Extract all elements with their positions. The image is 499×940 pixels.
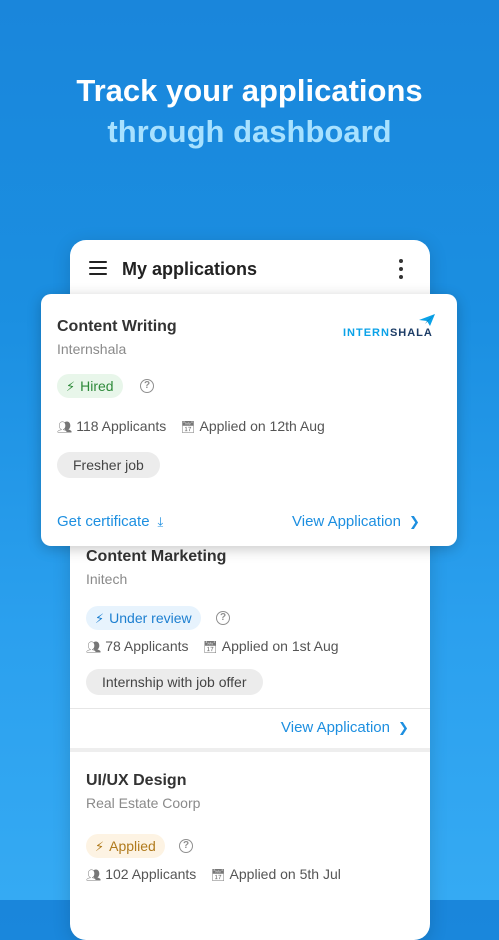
headline-line-2: through dashboard xyxy=(107,114,392,149)
application-card-content-writing[interactable]: Content Writing Internshala INTERNSHALA … xyxy=(41,294,457,546)
status-label: Applied xyxy=(109,838,156,854)
status-badge: ⚡︎ Hired xyxy=(57,374,123,398)
get-certificate-label: Get certificate xyxy=(57,513,150,530)
internshala-logo: INTERNSHALA xyxy=(343,314,435,342)
download-icon: ⤓ xyxy=(157,514,164,529)
get-certificate-link[interactable]: Get certificate ⤓ xyxy=(57,513,163,530)
view-application-label: View Application xyxy=(292,513,401,530)
question-circle-icon[interactable]: ? xyxy=(179,839,193,853)
job-type-tag: Fresher job xyxy=(57,452,160,478)
status-label: Hired xyxy=(80,378,114,394)
lightning-bolt-icon: ⚡︎ xyxy=(66,379,76,394)
applicants-count: 118 Applicants xyxy=(76,418,167,434)
calendar-icon: 📅︎ xyxy=(210,868,226,882)
paper-plane-icon xyxy=(419,314,435,326)
headline: Track your applications through dashboar… xyxy=(0,70,499,152)
applicants-count: 102 Applicants xyxy=(105,866,197,882)
view-application-link[interactable]: View Application ❯ xyxy=(292,513,420,530)
chevron-right-icon: ❯ xyxy=(408,514,420,529)
calendar-icon: 📅︎ xyxy=(180,420,196,434)
headline-line-1: Track your applications xyxy=(76,73,423,108)
application-meta: 👥︎ 102 Applicants 📅︎ Applied on 5th Jul xyxy=(86,866,341,882)
job-title: Content Writing xyxy=(57,318,177,335)
logo-wordmark: INTERNSHALA xyxy=(343,327,433,339)
company-name: Internshala xyxy=(57,341,127,357)
job-title: UI/UX Design xyxy=(86,772,187,789)
application-meta: 👥︎ 118 Applicants 📅︎ Applied on 12th Aug xyxy=(57,418,325,434)
status-badge: ⚡︎ Applied xyxy=(86,834,165,858)
applied-date: Applied on 12th Aug xyxy=(199,418,325,434)
company-name: Real Estate Coorp xyxy=(86,795,201,811)
applied-date: Applied on 5th Jul xyxy=(229,866,341,882)
people-icon: 👥︎ xyxy=(86,868,102,882)
lightning-bolt-icon: ⚡︎ xyxy=(95,839,105,854)
question-circle-icon[interactable]: ? xyxy=(140,379,154,393)
people-icon: 👥︎ xyxy=(57,420,73,434)
